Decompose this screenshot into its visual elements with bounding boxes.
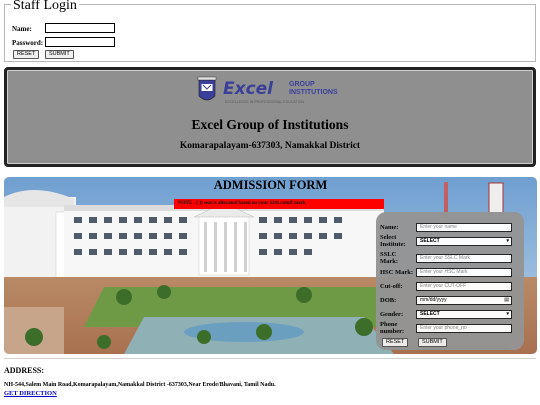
svg-text:INSTITUTIONS: INSTITUTIONS [289,89,338,96]
svg-text:Excel: Excel [223,79,274,99]
phone-label-line2: number: [380,328,405,335]
admission-reset-button[interactable]: RESET [382,338,409,347]
institute-select[interactable]: SELECT ▾ [416,237,512,246]
calendar-icon[interactable]: ▤ [504,297,509,304]
dob-placeholder: mm/dd/yyyy [420,297,447,303]
staff-password-input[interactable] [45,37,115,47]
admission-form: Name: Enter your name Select Institute: … [376,212,524,350]
staff-login-fieldset: Staff Login Name: Password: RESET SUBMIT [4,0,536,62]
svg-text:EXCELLENCE IN PROFESSIONAL EDU: EXCELLENCE IN PROFESSIONAL EDUCATION [225,100,304,104]
get-direction-link[interactable]: GET DIRECTION [4,390,57,397]
excel-logo: Excel GROUP INSTITUTIONS EXCELLENCE IN P… [197,76,338,104]
dob-input[interactable]: mm/dd/yyyy ▤ [416,296,512,305]
chevron-down-icon: ▾ [506,311,509,317]
staff-name-label: Name: [12,25,32,33]
cutoff-note: NOTE : ( )) seat is allocated based on y… [174,199,384,209]
institution-header: Excel GROUP INSTITUTIONS EXCELLENCE IN P… [4,67,536,167]
name-label: Name: [380,224,399,231]
staff-submit-button[interactable]: SUBMIT [45,50,74,59]
address-heading: ADDRESS: [4,366,45,375]
staff-name-input[interactable] [45,23,115,33]
staff-login-legend: Staff Login [11,0,79,13]
admission-form-title: ADMISSION FORM [213,178,328,192]
dob-label: DOB: [380,297,397,304]
admission-submit-button[interactable]: SUBMIT [418,338,447,347]
hsc-mark-input[interactable]: Enter your HSC Mark [416,268,512,277]
address-text: NH-544,Salem Main Road,Komarapalayam,Nam… [4,382,276,388]
logo-emblem-icon [197,76,217,101]
svg-text:GROUP: GROUP [289,81,315,88]
hsc-label: HSC Mark: [380,269,414,276]
gender-label: Gender: [380,311,404,318]
phone-input[interactable]: Enter your phone_no [416,324,512,333]
chevron-down-icon: ▾ [506,238,509,244]
sslc-label-line2: Mark: [380,258,399,265]
footer-divider [4,358,536,359]
staff-reset-button[interactable]: RESET [13,50,40,59]
cutoff-input[interactable]: Enter your CUT-OFF [416,282,512,291]
institute-select-value: SELECT [420,238,440,244]
gender-select[interactable]: SELECT ▾ [416,310,512,319]
institute-label-line2: Institute: [380,241,406,248]
gender-select-value: SELECT [420,311,440,317]
admission-section: ADMISSION FORM NOTE : ( )) seat is alloc… [4,177,537,354]
institution-address: Komarapalayam-637303, Namakkal District [179,141,361,151]
name-input[interactable]: Enter your name [416,223,512,232]
staff-password-label: Password: [12,39,44,47]
institution-title: Excel Group of Institutions [191,117,349,132]
cutoff-label: Cut-off: [380,283,403,290]
sslc-mark-input[interactable]: Enter your SSLC Mark [416,254,512,263]
